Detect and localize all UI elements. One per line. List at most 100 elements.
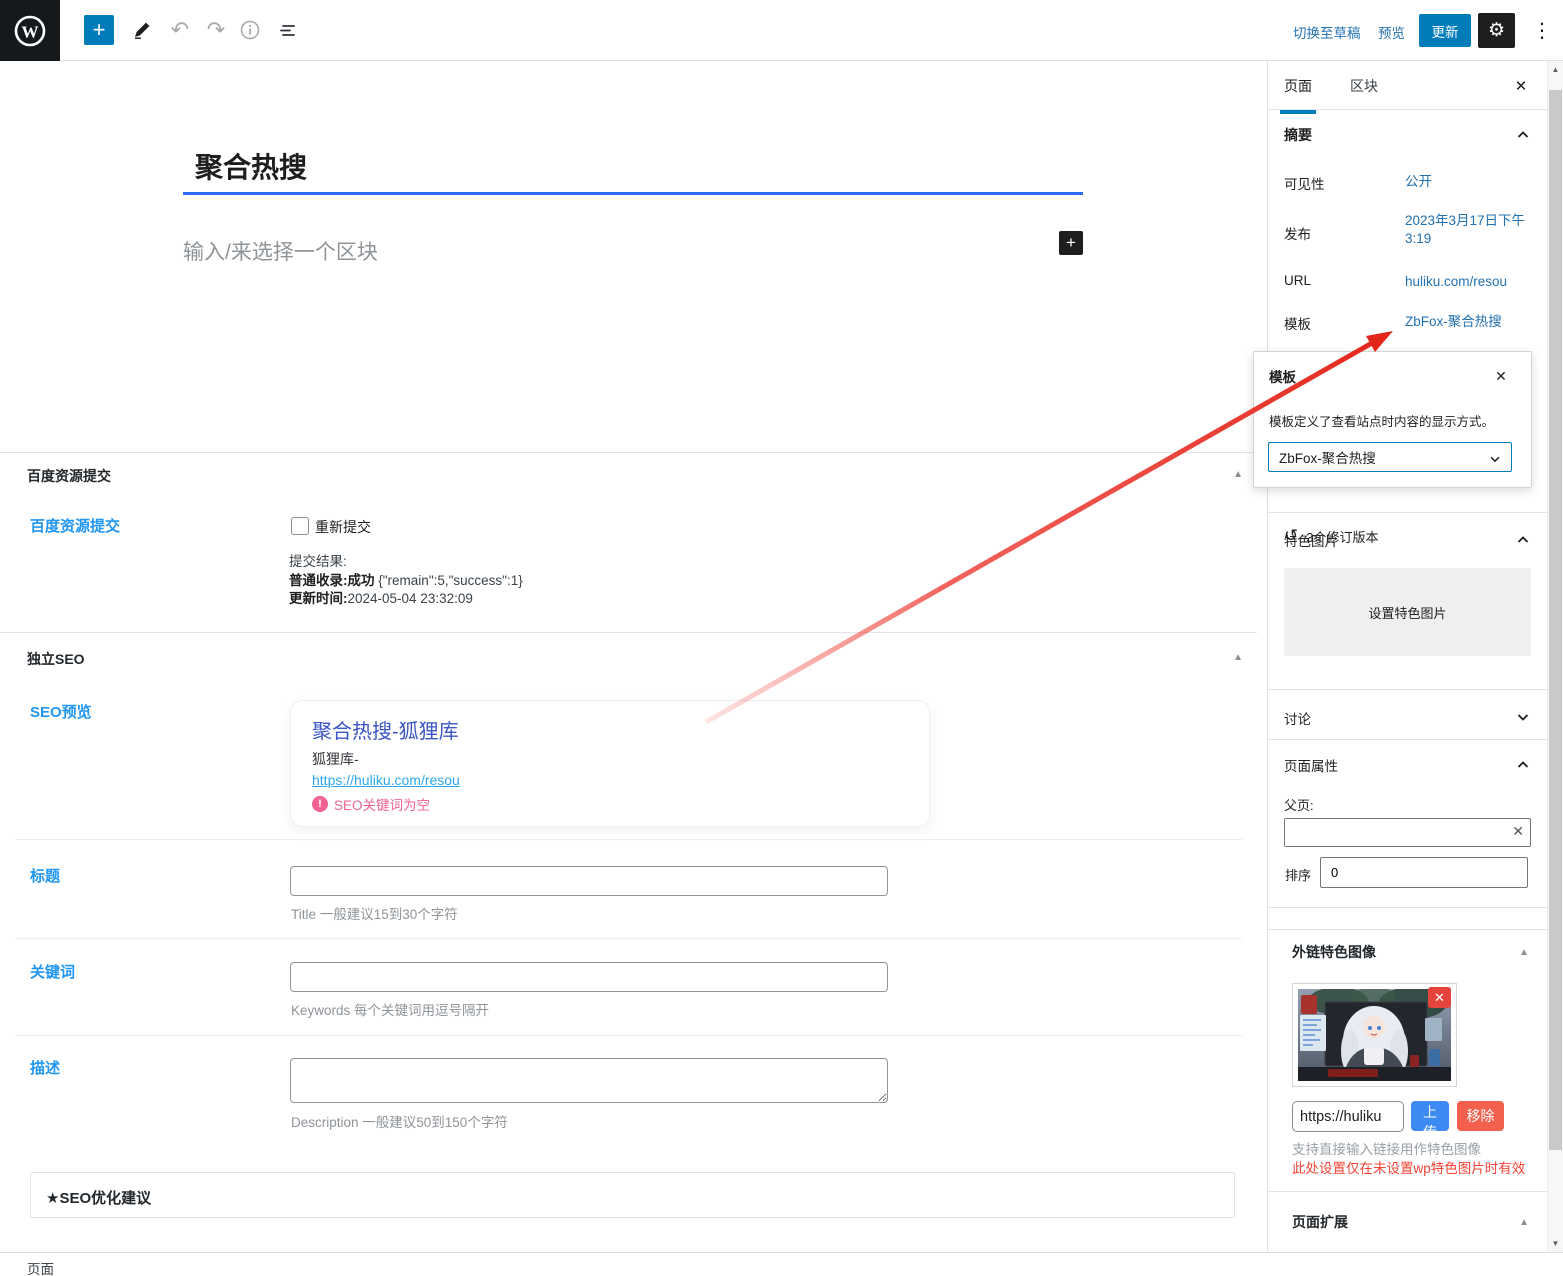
summary-title: 摘要	[1284, 127, 1312, 143]
parent-page-label: 父页:	[1284, 798, 1314, 813]
submit-result-line: 普通收录:成功 {"remain":5,"success":1}	[289, 569, 523, 589]
template-select-value: ZbFox-聚合热搜	[1279, 451, 1376, 466]
seo-metabox: 独立SEO ▲ SEO预览 聚合热搜-狐狸库 狐狸库- https://huli…	[0, 633, 1257, 1252]
update-time-value: 2024-05-04 23:32:09	[347, 591, 473, 606]
external-image-warning: 此处设置仅在未设置wp特色图片时有效	[1292, 1161, 1526, 1176]
chevron-up-icon[interactable]	[1515, 532, 1531, 548]
close-popup-icon[interactable]: ✕	[1489, 364, 1513, 388]
set-featured-image-button[interactable]: 设置特色图片	[1284, 568, 1531, 656]
visibility-label: 可见性	[1284, 177, 1325, 192]
settings-gear-icon[interactable]: ⚙	[1478, 13, 1515, 48]
external-image-thumbnail: ✕	[1292, 983, 1457, 1087]
parent-page-field: ✕	[1284, 818, 1531, 847]
row-divider	[15, 839, 1242, 840]
seo-description-textarea[interactable]	[290, 1058, 888, 1103]
seo-keywords-label: 关键词	[30, 964, 76, 981]
external-image-title: 外链特色图像	[1292, 944, 1376, 960]
seo-tips-box[interactable]: ★SEO优化建议	[30, 1172, 1235, 1218]
block-inserter-button[interactable]: +	[84, 15, 114, 45]
upload-button[interactable]: 上传	[1411, 1101, 1449, 1140]
tab-block[interactable]: 区块	[1346, 61, 1382, 110]
seo-tips-title: ★SEO优化建议	[46, 1190, 152, 1207]
publish-label: 发布	[1284, 227, 1311, 242]
seo-preview-card: 聚合热搜-狐狸库 狐狸库- https://huliku.com/resou !…	[290, 700, 930, 827]
parent-page-input[interactable]	[1285, 819, 1511, 846]
seo-description-label: 描述	[30, 1060, 61, 1077]
external-image-url-input[interactable]	[1292, 1101, 1404, 1132]
close-sidebar-icon[interactable]: ✕	[1509, 74, 1533, 98]
redo-icon[interactable]: ↷	[200, 14, 232, 46]
update-button[interactable]: 更新	[1419, 14, 1471, 47]
featured-image-section: 特色图片 设置特色图片	[1268, 513, 1547, 690]
discussion-title: 讨论	[1284, 712, 1311, 727]
sidebar-scrollbar[interactable]: ▲ ▼	[1547, 61, 1563, 1252]
template-label: 模板	[1284, 317, 1311, 332]
seo-keywords-hint: Keywords 每个关键词用逗号隔开	[291, 1003, 490, 1018]
seo-card-title: 聚合热搜-狐狸库	[312, 721, 459, 743]
settings-sidebar: 页面 区块 ✕ 摘要 可见性 公开 发布 2023年3月17日下午 3:19 U…	[1267, 61, 1547, 1252]
scroll-up-icon[interactable]: ▲	[1548, 61, 1563, 78]
url-label: URL	[1284, 273, 1312, 288]
status-bar: 页面	[0, 1252, 1563, 1276]
chevron-up-icon[interactable]	[1515, 127, 1531, 143]
template-popup-title: 模板	[1269, 370, 1296, 385]
chevron-up-icon[interactable]	[1515, 757, 1531, 773]
seo-metabox-title: 独立SEO	[27, 651, 85, 667]
result-bold: 普通收录:成功	[289, 573, 375, 588]
seo-collapse-icon[interactable]: ▲	[1233, 652, 1243, 663]
template-select[interactable]: ZbFox-聚合热搜	[1268, 442, 1512, 472]
baidu-collapse-icon[interactable]: ▲	[1233, 469, 1243, 480]
seo-card-warning-text: SEO关键词为空	[334, 798, 431, 813]
row-divider	[15, 1035, 1242, 1036]
seo-description-hint: Description 一般建议50到150个字符	[291, 1115, 508, 1130]
chevron-down-icon[interactable]	[1515, 709, 1531, 725]
seo-card-url-link[interactable]: https://huliku.com/resou	[312, 772, 460, 788]
external-image-hint: 支持直接输入链接用作特色图像	[1292, 1142, 1481, 1157]
info-icon[interactable]	[234, 14, 266, 46]
title-underline	[183, 192, 1083, 195]
delete-image-icon[interactable]: ✕	[1428, 987, 1451, 1008]
breadcrumb: 页面	[27, 1262, 54, 1276]
add-block-button[interactable]: +	[1059, 231, 1083, 255]
seo-card-site: 狐狸库-	[312, 751, 359, 767]
page-extension-title: 页面扩展	[1292, 1214, 1348, 1230]
resubmit-checkbox[interactable]	[291, 517, 309, 535]
seo-title-label: 标题	[30, 868, 61, 885]
order-label: 排序	[1285, 868, 1312, 883]
block-placeholder[interactable]: 输入/来选择一个区块	[183, 236, 378, 266]
wordpress-logo-icon[interactable]: W	[0, 0, 60, 61]
post-title[interactable]: 聚合热搜	[195, 146, 307, 186]
page-extension-section: 页面扩展 ▲	[1268, 1192, 1547, 1252]
visibility-value[interactable]: 公开	[1405, 173, 1535, 191]
url-value[interactable]: huliku.com/resou	[1405, 273, 1535, 291]
editor-toolbar: W + ↶ ↷ 切换至草稿 预览 更新 ⚙ ⋮	[0, 0, 1563, 61]
scrollbar-thumb[interactable]	[1549, 90, 1562, 1150]
submit-result-label: 提交结果:	[289, 554, 347, 569]
external-image-collapse-icon[interactable]: ▲	[1519, 947, 1529, 958]
tools-pencil-icon[interactable]	[126, 14, 158, 46]
options-kebab-icon[interactable]: ⋮	[1526, 14, 1558, 46]
template-popup: 模板 ✕ 模板定义了查看站点时内容的显示方式。 ZbFox-聚合热搜	[1253, 351, 1532, 488]
tab-page[interactable]: 页面	[1280, 61, 1316, 114]
wordpress-editor-screen: W + ↶ ↷ 切换至草稿 预览 更新 ⚙ ⋮ 聚合热搜 输入/来选择一个区块 …	[0, 0, 1563, 1276]
list-view-icon[interactable]	[272, 14, 304, 46]
page-extension-collapse-icon[interactable]: ▲	[1519, 1217, 1529, 1228]
seo-keywords-input[interactable]	[290, 962, 888, 992]
update-time-bold: 更新时间:	[289, 591, 348, 606]
baidu-submit-metabox: 百度资源提交 ▲ 百度资源提交 重新提交 提交结果: 普通收录:成功 {"rem…	[0, 452, 1257, 633]
switch-to-draft-link[interactable]: 切换至草稿	[1293, 22, 1361, 42]
remove-button[interactable]: 移除	[1457, 1101, 1504, 1131]
seo-title-input[interactable]	[290, 866, 888, 896]
clear-icon[interactable]: ✕	[1512, 823, 1524, 840]
preview-link[interactable]: 预览	[1378, 22, 1405, 42]
scroll-down-icon[interactable]: ▼	[1548, 1235, 1563, 1252]
update-time-line: 更新时间:2024-05-04 23:32:09	[289, 587, 473, 607]
template-value[interactable]: ZbFox-聚合热搜	[1405, 313, 1535, 331]
seo-title-hint: Title 一般建议15到30个字符	[291, 907, 458, 922]
publish-value[interactable]: 2023年3月17日下午 3:19	[1405, 212, 1535, 248]
order-input[interactable]	[1320, 857, 1528, 888]
undo-icon[interactable]: ↶	[164, 14, 196, 46]
svg-text:W: W	[22, 22, 39, 41]
resubmit-label[interactable]: 重新提交	[315, 517, 371, 537]
sidebar-tabbar: 页面 区块 ✕	[1268, 61, 1547, 114]
